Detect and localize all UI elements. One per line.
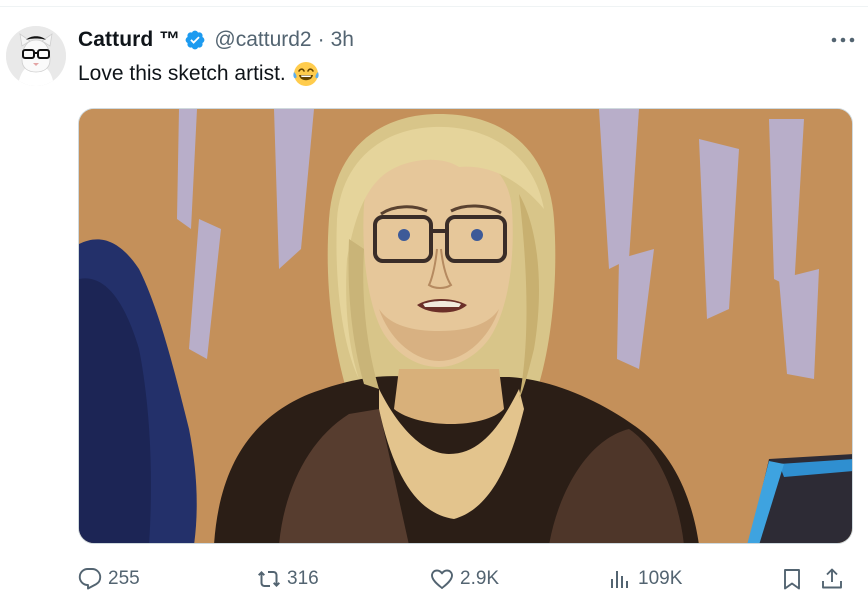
more-options-button[interactable] bbox=[828, 28, 858, 52]
verified-badge-icon[interactable] bbox=[184, 29, 206, 51]
courtroom-sketch-image bbox=[79, 109, 852, 543]
tweet-timestamp[interactable]: 3h bbox=[331, 28, 354, 52]
views-chart-icon bbox=[611, 571, 628, 588]
top-divider bbox=[0, 6, 868, 7]
reply-count: 255 bbox=[108, 568, 140, 589]
like-count: 2.9K bbox=[460, 568, 500, 589]
repost-icon bbox=[258, 571, 280, 587]
tweet-body: Love this sketch artist. bbox=[78, 62, 286, 85]
tweet-text: Love this sketch artist. bbox=[78, 60, 320, 88]
like-button[interactable]: 2.9K bbox=[430, 562, 499, 596]
views-button[interactable]: 109K bbox=[608, 562, 682, 596]
heart-icon bbox=[431, 569, 453, 589]
tweet-media-image[interactable] bbox=[78, 108, 853, 544]
author-display-name[interactable]: Catturd ™ bbox=[78, 28, 180, 52]
tears-of-joy-emoji-icon bbox=[292, 60, 320, 88]
avatar[interactable] bbox=[6, 26, 66, 86]
share-button[interactable] bbox=[820, 562, 844, 596]
reply-button[interactable]: 255 bbox=[78, 562, 140, 596]
repost-button[interactable]: 316 bbox=[257, 562, 319, 596]
tweet-actions-bar: 255 316 2.9K 109K bbox=[0, 562, 868, 596]
repost-count: 316 bbox=[287, 568, 319, 589]
cat-avatar-icon bbox=[6, 26, 66, 86]
more-dots-icon bbox=[831, 37, 855, 43]
bookmark-button[interactable] bbox=[780, 562, 804, 596]
tweet-header: Catturd ™ @catturd2 · 3h bbox=[78, 26, 354, 54]
share-icon bbox=[822, 568, 842, 589]
author-handle[interactable]: @catturd2 bbox=[214, 28, 311, 52]
reply-icon bbox=[78, 568, 102, 590]
views-count: 109K bbox=[638, 568, 683, 589]
header-separator: · bbox=[317, 28, 325, 51]
bookmark-icon bbox=[784, 569, 800, 590]
